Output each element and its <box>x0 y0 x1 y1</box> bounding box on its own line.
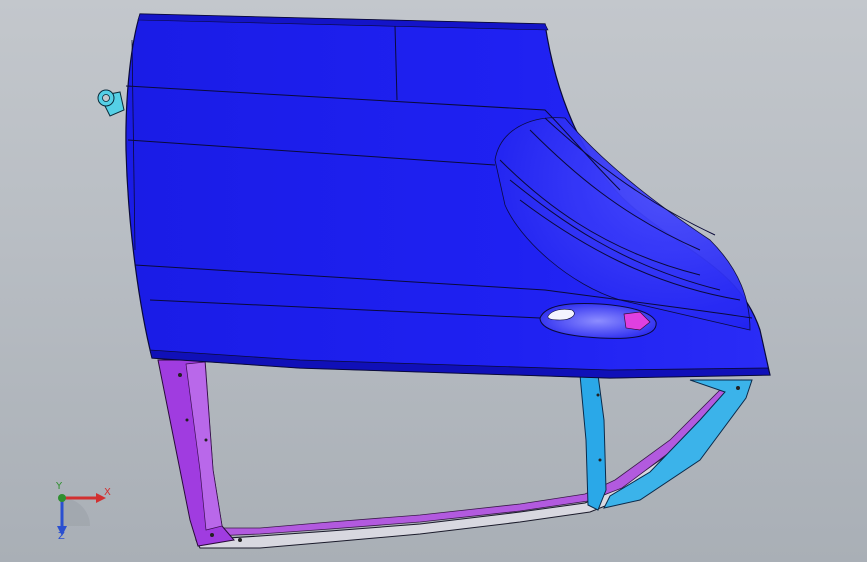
window-frame[interactable] <box>157 359 753 549</box>
hinge-bracket[interactable] <box>97 89 125 117</box>
rear-frame[interactable] <box>603 379 753 509</box>
frame-sill-inner <box>211 389 729 537</box>
outer-panel-surface[interactable] <box>125 13 771 379</box>
triad-y-label: Y <box>56 481 63 492</box>
hinge-bracket-hole <box>102 94 110 102</box>
triad-x-label: X <box>104 487 111 498</box>
b-pillar[interactable] <box>579 374 607 511</box>
triad-z-label: Z <box>58 531 65 542</box>
outer-panel[interactable] <box>125 13 771 379</box>
cad-viewport[interactable]: X Y Z <box>0 0 867 562</box>
coordinate-triad: X Y Z <box>38 478 118 548</box>
door-model[interactable] <box>0 0 867 562</box>
